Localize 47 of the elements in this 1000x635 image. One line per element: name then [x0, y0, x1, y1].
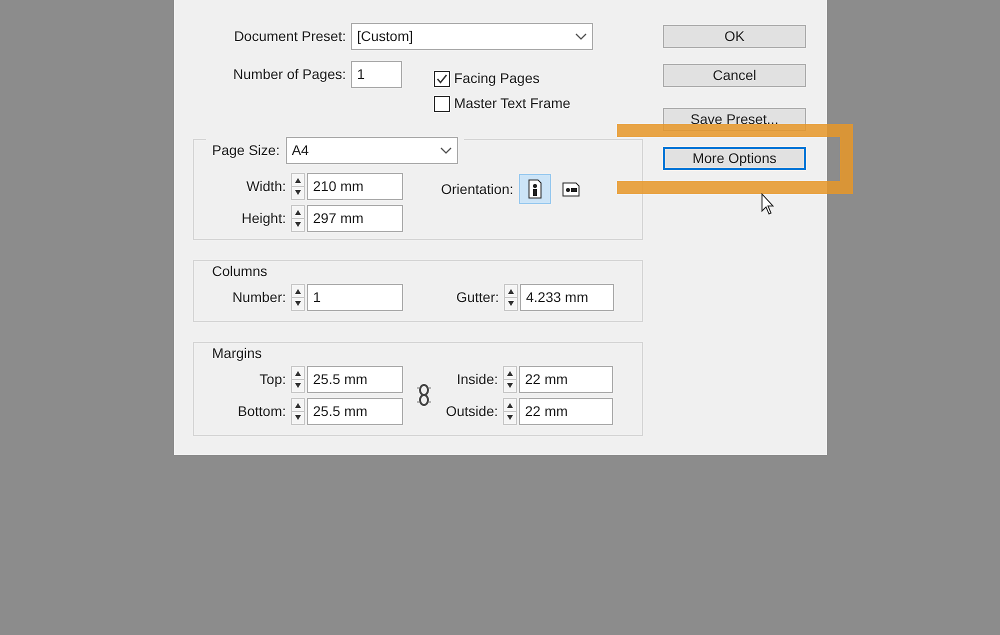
- group-title: Columns: [212, 262, 268, 281]
- dialog-button[interactable]: Cancel: [663, 64, 806, 87]
- dialog-button[interactable]: OK: [663, 25, 806, 48]
- checkbox-label: Master Text Frame: [454, 94, 570, 113]
- dialog-button[interactable]: More Options: [663, 147, 806, 170]
- chevron-down-icon: [440, 146, 452, 154]
- field-label: Page Size:: [212, 141, 280, 160]
- input-field[interactable]: 297 mm: [307, 205, 403, 232]
- checkbox[interactable]: [434, 96, 450, 112]
- input-field[interactable]: 22 mm: [519, 398, 613, 425]
- field-label: Number:: [231, 288, 287, 307]
- dropdown[interactable]: [Custom]: [351, 23, 593, 50]
- spinner-arrows[interactable]: [291, 205, 305, 232]
- dropdown[interactable]: A4: [286, 137, 458, 164]
- input-field[interactable]: 25.5 mm: [307, 398, 403, 425]
- checkbox-label: Facing Pages: [454, 69, 540, 88]
- input-field[interactable]: 25.5 mm: [307, 366, 403, 393]
- portrait-page-button[interactable]: [519, 174, 552, 204]
- field-label: Top:: [258, 370, 287, 389]
- field-label: Width:: [245, 177, 287, 196]
- landscape-page-icon: [561, 180, 582, 198]
- spinner-arrows[interactable]: [503, 398, 517, 425]
- input-field[interactable]: 210 mm: [307, 173, 403, 200]
- spinner-arrows[interactable]: [291, 398, 305, 425]
- spinner-arrows[interactable]: [291, 173, 305, 200]
- field-label: Bottom:: [236, 402, 287, 421]
- field-label: Outside:: [444, 402, 499, 421]
- field-label: Document Preset:: [232, 27, 347, 46]
- spinner-arrows[interactable]: [503, 366, 517, 393]
- field-label: Inside:: [456, 370, 499, 389]
- spinner-arrows[interactable]: [504, 284, 518, 311]
- mouse-pointer-icon: [761, 193, 777, 217]
- input-field[interactable]: 4.233 mm: [520, 284, 614, 311]
- checkbox[interactable]: [434, 70, 450, 86]
- field-label: Height:: [240, 209, 287, 228]
- group-title: Margins: [212, 344, 262, 363]
- chain-link-icon[interactable]: [415, 382, 433, 406]
- input-field[interactable]: 22 mm: [519, 366, 613, 393]
- chevron-down-icon: [575, 32, 587, 40]
- input-field[interactable]: 1: [351, 61, 402, 88]
- input-field[interactable]: 1: [307, 284, 403, 311]
- field-label: Number of Pages:: [232, 65, 347, 84]
- spinner-arrows[interactable]: [291, 284, 305, 311]
- portrait-page-icon: [527, 179, 544, 199]
- field-label: Orientation:: [441, 180, 514, 198]
- field-label: Gutter:: [455, 288, 500, 307]
- spinner-arrows[interactable]: [291, 366, 305, 393]
